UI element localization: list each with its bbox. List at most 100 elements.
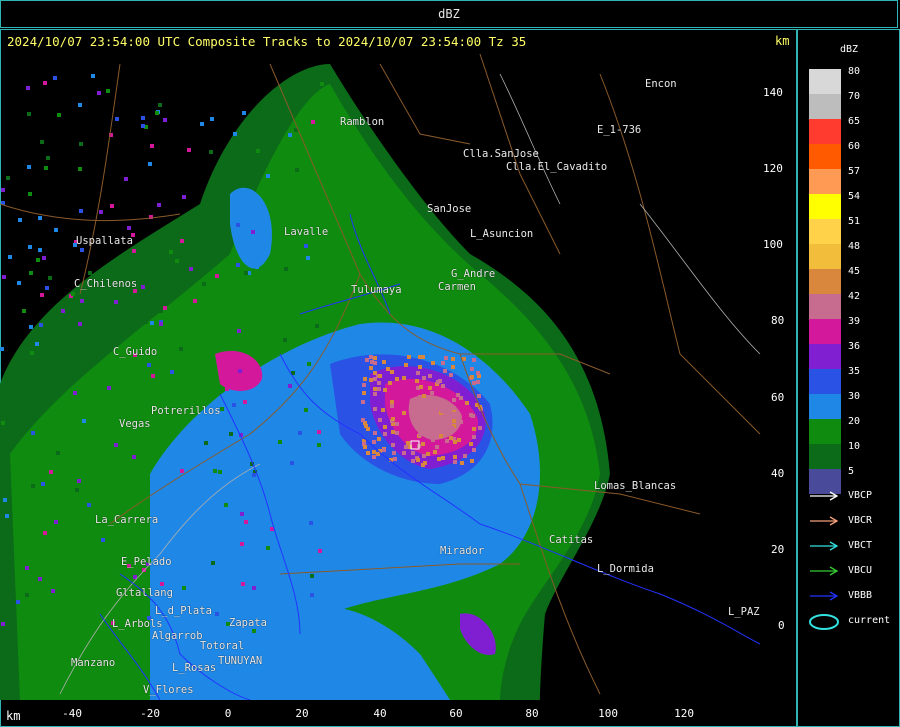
track-label: VBCT [848, 540, 873, 551]
echo-pixel-core [476, 371, 480, 375]
echo-pixel [25, 593, 29, 597]
echo-pixel-core [469, 442, 473, 446]
echo-pixel [99, 419, 103, 423]
dbz-swatch [809, 419, 841, 444]
echo-pixel [159, 322, 163, 326]
dbz-swatch [809, 94, 841, 119]
echo-pixel [269, 608, 273, 612]
echo-pixel [242, 111, 246, 115]
echo-pixel-core [373, 392, 377, 396]
echo-pixel-core [416, 371, 420, 375]
echo-pixel [40, 293, 44, 297]
echo-pixel [298, 431, 302, 435]
echo-pixel [211, 561, 215, 565]
echo-pixel [78, 322, 82, 326]
echo-pixel [237, 329, 241, 333]
echo-pixel [41, 482, 45, 486]
echo-pixel [241, 582, 245, 586]
echo-pixel-core [441, 384, 445, 388]
dbz-level-label: 57 [848, 166, 861, 177]
echo-pixel-core [428, 386, 432, 390]
echo-pixel [16, 600, 20, 604]
echo-pixel [25, 566, 29, 570]
echo-pixel [9, 375, 13, 379]
echo-pixel-core [377, 381, 381, 385]
echo-pixel [132, 249, 136, 253]
echo-pixel-core [369, 366, 373, 370]
place-label: Algarrob [152, 630, 203, 642]
place-label: Ramblon [340, 116, 385, 128]
echo-pixel [99, 210, 103, 214]
echo-pixel [204, 441, 208, 445]
dbz-level-label: 30 [848, 391, 861, 402]
echo-pixel-core [457, 438, 461, 442]
dbz-level-label: 80 [848, 66, 861, 77]
echo-pixel [252, 629, 256, 633]
echo-pixel-core [377, 437, 381, 441]
echo-pixel [46, 156, 50, 160]
echo-pixel-core [456, 393, 460, 397]
echo-pixel [28, 245, 32, 249]
echo-pixel-core [404, 445, 408, 449]
echo-pixel-core [411, 451, 415, 455]
echo-pixel [179, 347, 183, 351]
echo-pixel [158, 103, 162, 107]
dbz-swatch [809, 219, 841, 244]
place-label: Uspallata [76, 235, 133, 247]
echo-pixel-core [391, 430, 395, 434]
echo-pixel-core [415, 379, 419, 383]
echo-pixel [42, 256, 46, 260]
echo-pixel [39, 323, 43, 327]
echo-pixel [244, 271, 248, 275]
echo-pixel-core [471, 414, 475, 418]
echo-pixel [127, 226, 131, 230]
y-tick-label: 0 [778, 619, 785, 632]
echo-pixel-core [449, 436, 453, 440]
echo-pixel [197, 377, 201, 381]
echo-pixel-core [373, 431, 377, 435]
echo-pixel [202, 282, 206, 286]
place-label: Encon [645, 78, 677, 90]
echo-pixel [225, 387, 229, 391]
composite-header: 2024/10/07 23:54:00 UTC Composite Tracks… [7, 34, 527, 49]
echo-pixel [170, 370, 174, 374]
echo-pixel-core [407, 355, 411, 359]
echo-pixel [147, 363, 151, 367]
echo-pixel-core [391, 443, 395, 447]
echo-pixel [187, 148, 191, 152]
echo-pixel-core [390, 400, 394, 404]
echo-pixel [256, 149, 260, 153]
echo-pixel [236, 263, 240, 267]
radar-map[interactable] [0, 54, 797, 700]
echo-pixel [1, 421, 5, 425]
river-line [499, 73, 561, 205]
y-unit-label: km [775, 34, 790, 48]
echo-pixel [18, 218, 22, 222]
echo-pixel-core [452, 419, 456, 423]
dbz-level-label: 42 [848, 291, 861, 302]
echo-pixel-core [472, 427, 476, 431]
echo-pixel [195, 289, 199, 293]
echo-pixel [75, 450, 79, 454]
echo-pixel [97, 91, 101, 95]
echo-pixel-core [386, 367, 390, 371]
echo-pixel [252, 586, 256, 590]
echo-pixel [38, 248, 42, 252]
echo-pixel [284, 605, 288, 609]
track-label: VBCP [848, 490, 873, 501]
place-label: E_Pelado [121, 556, 172, 568]
echo-pixel [91, 74, 95, 78]
echo-pixel [178, 439, 182, 443]
echo-pixel [180, 469, 184, 473]
place-label: La_Carrera [95, 514, 159, 526]
echo-pixel-core [390, 404, 394, 408]
echo-pixel [210, 117, 214, 121]
echo-pixel [236, 223, 240, 227]
echo-pixel [200, 122, 204, 126]
echo-pixel-core [419, 385, 423, 389]
echo-pixel [48, 276, 52, 280]
x-tick-label: 40 [373, 707, 387, 720]
window-title-bar: dBZ [0, 0, 898, 28]
echo-pixel-core [411, 459, 415, 463]
echo-pixel [114, 443, 118, 447]
